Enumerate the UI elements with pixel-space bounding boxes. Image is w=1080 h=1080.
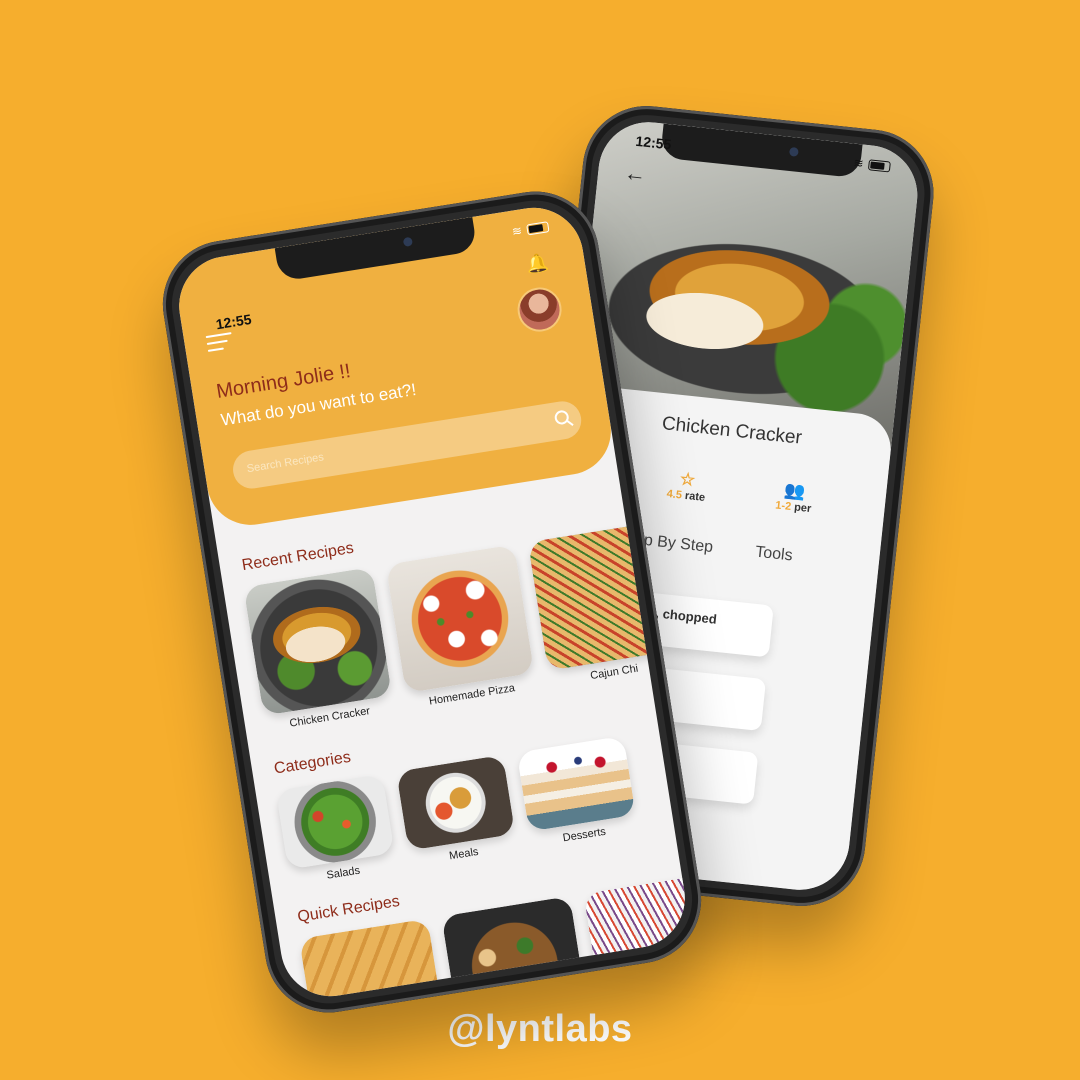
recipe-card[interactable]: Homemade Pizza	[385, 544, 538, 711]
category-card[interactable]: Salads	[275, 773, 398, 888]
section-title-recent: Recent Recipes	[240, 539, 355, 575]
recipe-image	[385, 544, 535, 694]
servings-unit: per	[793, 501, 812, 516]
battery-icon	[867, 158, 891, 173]
quick-recipe-card[interactable]	[441, 896, 589, 1004]
rating-value: 4.5	[666, 487, 683, 502]
battery-icon	[526, 220, 550, 236]
section-title-quick: Quick Recipes	[296, 892, 401, 926]
recipe-card[interactable]: Chicken Cracker	[243, 566, 395, 734]
section-title-categories: Categories	[272, 748, 352, 778]
tab-tools[interactable]: Tools	[754, 544, 793, 566]
category-image	[396, 754, 516, 851]
search-icon[interactable]	[553, 409, 570, 426]
category-card[interactable]: Desserts	[516, 735, 639, 850]
watermark-handle: @lyntlabs	[447, 1008, 633, 1050]
category-image	[516, 735, 636, 832]
category-label: Meals	[448, 845, 480, 863]
quick-recipe-card[interactable]	[299, 918, 447, 1004]
recent-recipes-row: Chicken Cracker Homemade Pizza Cajun Chi	[243, 508, 692, 734]
quick-recipe-image	[441, 896, 589, 1004]
quick-recipes-row	[299, 859, 692, 1004]
recipe-label: Cajun Chi	[589, 662, 640, 683]
category-label: Salads	[325, 864, 361, 882]
category-label: Desserts	[561, 825, 607, 845]
quick-recipe-image	[299, 918, 447, 1004]
stat-rating: ☆ 4.5 rate	[640, 465, 733, 506]
categories-row: Salads Meals Desserts	[275, 711, 692, 888]
stat-servings: 👥 1-2 per	[748, 477, 841, 518]
category-image	[275, 773, 395, 870]
category-card[interactable]: Meals	[396, 754, 518, 869]
wifi-icon: ≋	[510, 223, 524, 239]
wifi-icon: ≋	[852, 155, 865, 171]
recipe-image	[243, 566, 393, 716]
rating-unit: rate	[684, 489, 706, 504]
servings-value: 1-2	[774, 499, 792, 513]
back-arrow-icon[interactable]: ←	[623, 160, 647, 188]
bell-icon[interactable]: 🔔	[524, 252, 549, 276]
quick-recipe-image	[583, 873, 692, 1004]
quick-recipe-card[interactable]	[583, 873, 692, 1004]
